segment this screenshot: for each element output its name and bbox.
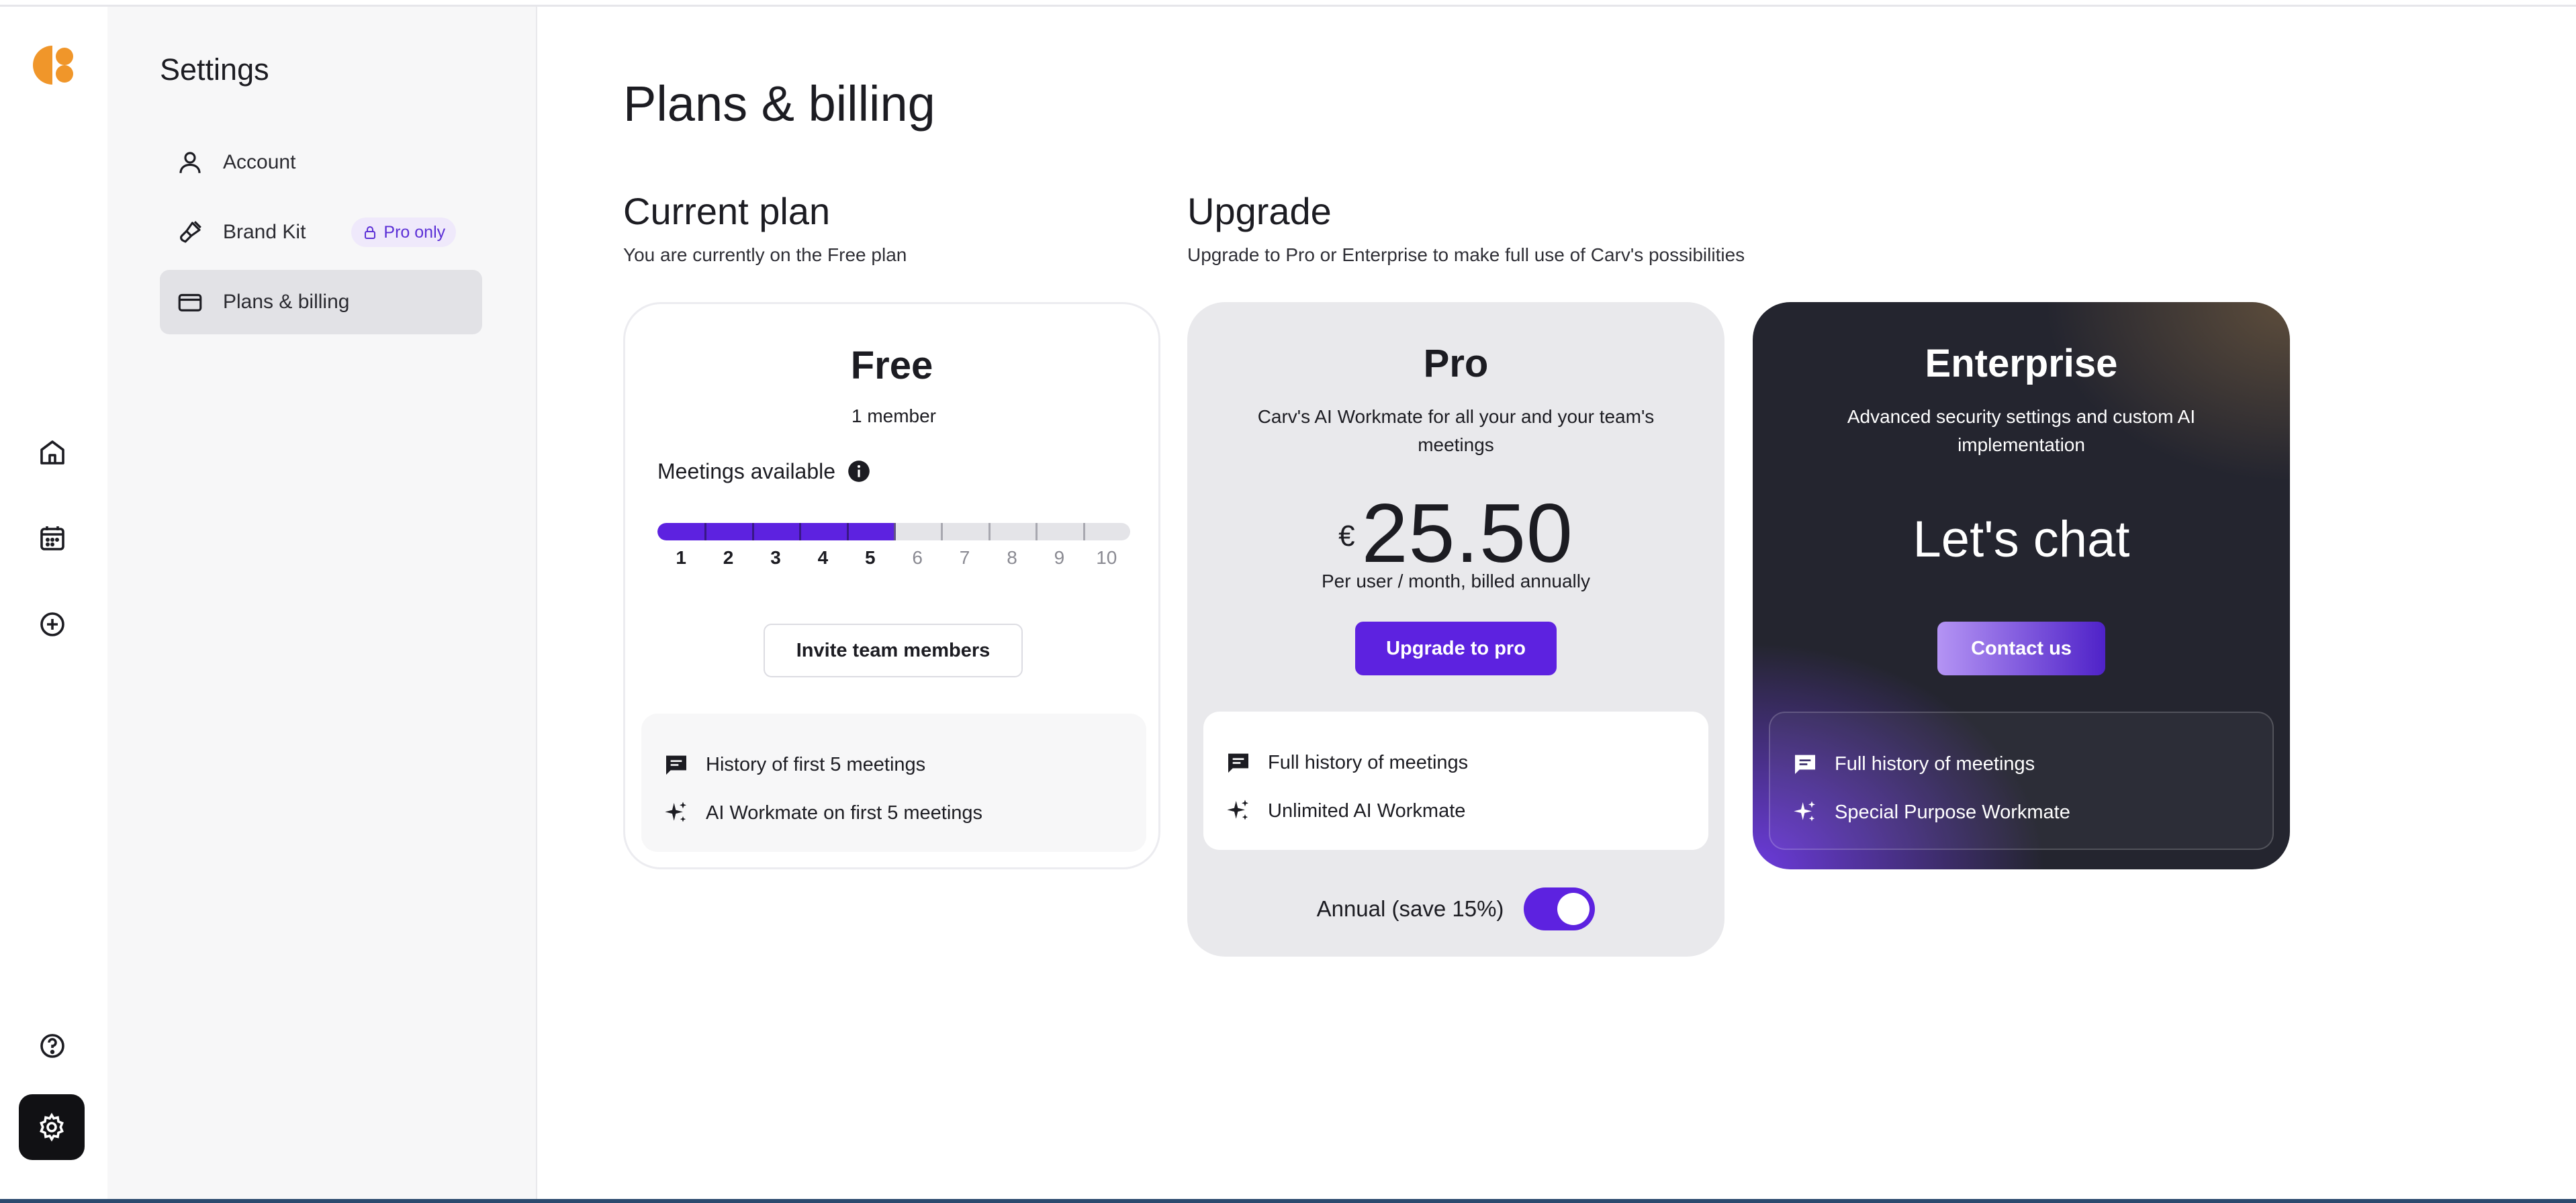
sparkle-icon: [665, 802, 686, 822]
sidebar-item-plans-billing[interactable]: Plans & billing: [160, 270, 482, 334]
feature-item: Unlimited AI Workmate: [1225, 787, 1708, 835]
feature-text: Full history of meetings: [1268, 751, 1469, 773]
home-icon[interactable]: [27, 427, 78, 478]
meetings-scale-number: 2: [723, 547, 734, 568]
settings-sidebar: Settings Account Brand Kit Pro only Plan…: [107, 7, 537, 1199]
progress-tick: [941, 523, 944, 540]
meetings-label-text: Meetings available: [657, 459, 836, 483]
pro-only-badge: Pro only: [351, 218, 457, 247]
page-title: Plans & billing: [623, 76, 935, 132]
pro-features: Full history of meetings Unlimited AI Wo…: [1203, 712, 1708, 850]
brush-icon: [180, 221, 201, 243]
meetings-progress-bar: [657, 523, 1130, 540]
help-icon[interactable]: [27, 1020, 78, 1071]
currency-symbol: €: [1338, 520, 1355, 552]
plan-name: Enterprise: [1925, 342, 2118, 385]
current-plan-title: Current plan: [623, 190, 831, 232]
badge-label: Pro only: [383, 222, 446, 242]
plan-name: Free: [850, 344, 933, 387]
price-note: Per user / month, billed annually: [1322, 571, 1590, 591]
feature-text: AI Workmate on first 5 meetings: [706, 802, 983, 824]
feature-text: Unlimited AI Workmate: [1268, 800, 1466, 822]
feature-text: Special Purpose Workmate: [1835, 801, 2070, 823]
meetings-scale-number: 7: [959, 547, 970, 568]
plan-description: Advanced security settings and custom AI…: [1847, 406, 2196, 455]
meetings-scale-number: 4: [817, 547, 829, 568]
info-icon[interactable]: [846, 459, 872, 484]
meetings-scale-number: 9: [1054, 547, 1065, 568]
meetings-scale-number: 10: [1096, 547, 1117, 568]
plan-members: 1 member: [851, 405, 937, 426]
window-bottom-border: [0, 1199, 2576, 1203]
lock-icon: [365, 226, 376, 239]
sidebar-item-brand-kit[interactable]: Brand Kit Pro only: [160, 200, 482, 264]
sidebar-item-label: Brand Kit: [223, 221, 306, 243]
lets-chat-headline: Let's chat: [1913, 511, 2130, 568]
settings-title: Settings: [160, 52, 269, 87]
progress-tick: [1083, 523, 1085, 540]
chat-icon: [1795, 755, 1815, 774]
free-features: History of first 5 meetings AI Workmate …: [641, 714, 1146, 852]
feature-item: Special Purpose Workmate: [1792, 788, 2272, 836]
sparkle-icon: [1794, 801, 1815, 822]
upgrade-title: Upgrade: [1187, 190, 1332, 232]
toggle-knob: [1557, 893, 1590, 925]
add-circle-icon[interactable]: [27, 599, 78, 650]
feature-text: Full history of meetings: [1835, 753, 2035, 775]
feature-item: History of first 5 meetings: [663, 740, 1146, 789]
progress-tick: [751, 523, 754, 540]
upgrade-to-pro-button[interactable]: Upgrade to pro: [1355, 622, 1557, 675]
window-top-border: [0, 0, 2576, 7]
pro-plan-card: Pro Carv's AI Workmate for all your and …: [1187, 302, 1724, 957]
meetings-progress-fill: [657, 523, 894, 540]
annual-toggle-label: Annual (save 15%): [1316, 896, 1504, 921]
current-plan-subtitle: You are currently on the Free plan: [623, 244, 907, 265]
annual-billing-toggle[interactable]: [1524, 887, 1596, 930]
meetings-scale-number: 5: [865, 547, 876, 568]
annual-billing-row: Annual (save 15%): [1187, 887, 1724, 930]
price-amount: 25.50: [1361, 487, 1573, 580]
chat-icon: [1228, 753, 1248, 773]
meetings-available-label: Meetings available: [657, 459, 872, 484]
chat-icon: [666, 755, 686, 775]
user-icon: [179, 152, 201, 173]
contact-us-button[interactable]: Contact us: [1937, 622, 2105, 675]
progress-tick: [1036, 523, 1038, 540]
sparkle-icon: [1227, 800, 1248, 820]
plan-description: Carv's AI Workmate for all your and your…: [1257, 406, 1655, 455]
price: € 25.50: [1187, 486, 1724, 581]
progress-tick: [988, 523, 991, 540]
progress-tick: [846, 523, 849, 540]
gear-icon[interactable]: [19, 1094, 85, 1160]
enterprise-features: Full history of meetings Special Purpose…: [1769, 712, 2274, 850]
meetings-scale-number: 8: [1007, 547, 1017, 568]
icon-rail: [0, 7, 107, 1199]
free-plan-card: Free 1 member Meetings available 1 2 3 4 5 6 7…: [623, 302, 1160, 869]
enterprise-plan-card: Enterprise Advanced security settings an…: [1753, 302, 2290, 869]
meetings-scale-number: 6: [912, 547, 923, 568]
feature-item: Full history of meetings: [1225, 738, 1708, 787]
carv-logo-icon[interactable]: [30, 42, 77, 89]
progress-tick: [799, 523, 802, 540]
feature-item: AI Workmate on first 5 meetings: [663, 789, 1146, 837]
feature-text: History of first 5 meetings: [706, 753, 926, 775]
upgrade-subtitle: Upgrade to Pro or Enterprise to make ful…: [1187, 244, 1745, 265]
meetings-scale-number: 3: [770, 547, 781, 568]
credit-card-icon: [178, 293, 202, 311]
progress-tick: [894, 523, 896, 540]
sidebar-item-label: Account: [223, 151, 296, 173]
progress-tick: [704, 523, 707, 540]
sidebar-item-label: Plans & billing: [223, 291, 350, 313]
invite-team-members-button[interactable]: Invite team members: [764, 624, 1023, 677]
plan-name: Pro: [1423, 342, 1489, 385]
calendar-icon[interactable]: [27, 513, 78, 564]
sidebar-item-account[interactable]: Account: [160, 130, 482, 195]
feature-item: Full history of meetings: [1792, 740, 2272, 788]
meetings-scale-number: 1: [676, 547, 686, 568]
